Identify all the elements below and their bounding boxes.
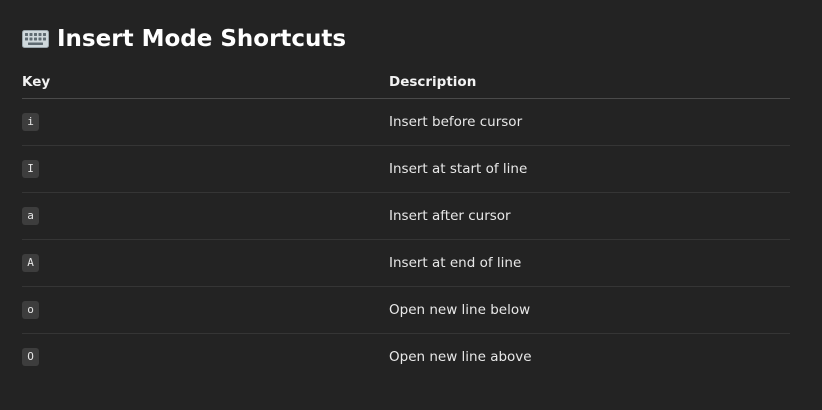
- column-header-description: Description: [389, 74, 477, 90]
- description-cell: Insert at end of line: [389, 255, 522, 271]
- key-badge: A: [22, 254, 39, 272]
- key-badge: i: [22, 113, 39, 131]
- key-cell: I: [22, 160, 389, 178]
- key-badge: o: [22, 301, 39, 319]
- key-cell: o: [22, 301, 389, 319]
- description-cell: Insert before cursor: [389, 114, 523, 130]
- description-cell: Insert at start of line: [389, 161, 528, 177]
- table-row: O Open new line above: [22, 334, 790, 380]
- table-row: o Open new line below: [22, 287, 790, 334]
- description-cell: Open new line above: [389, 349, 532, 365]
- table-row: a Insert after cursor: [22, 193, 790, 240]
- key-badge: I: [22, 160, 39, 178]
- column-header-key: Key: [22, 74, 51, 90]
- shortcuts-page: Insert Mode Shortcuts Key Description i …: [0, 0, 822, 410]
- table-row: I Insert at start of line: [22, 146, 790, 193]
- key-cell: i: [22, 113, 389, 131]
- key-cell: A: [22, 254, 389, 272]
- key-cell: O: [22, 348, 389, 366]
- description-cell: Open new line below: [389, 302, 531, 318]
- key-badge: a: [22, 207, 39, 225]
- description-cell: Insert after cursor: [389, 208, 511, 224]
- page-title-text: Insert Mode Shortcuts: [57, 26, 347, 52]
- table-row: i Insert before cursor: [22, 99, 790, 146]
- page-title: Insert Mode Shortcuts: [22, 22, 346, 56]
- key-cell: a: [22, 207, 389, 225]
- keyboard-icon: [22, 30, 49, 48]
- table-row: A Insert at end of line: [22, 240, 790, 287]
- shortcuts-table: Key Description i Insert before cursor I…: [22, 66, 790, 380]
- key-badge: O: [22, 348, 39, 366]
- table-header: Key Description: [22, 66, 790, 99]
